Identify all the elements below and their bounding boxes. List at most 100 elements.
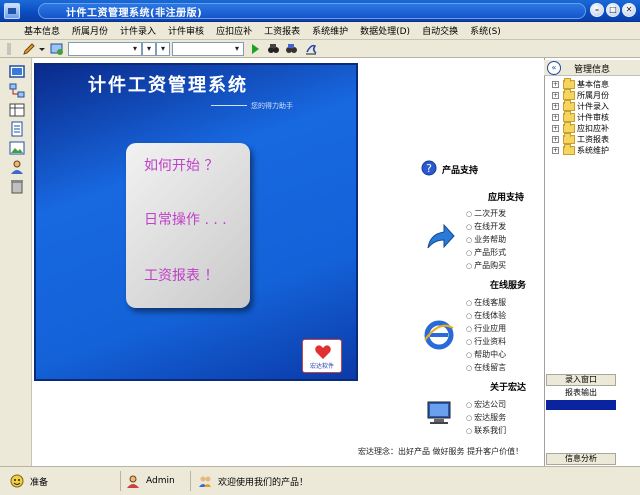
folder-icon (563, 111, 575, 122)
menu-data-processing[interactable]: 数据处理(D) (354, 24, 416, 37)
spell-icon[interactable] (304, 42, 318, 56)
collapse-icon[interactable]: « (547, 61, 561, 75)
online-cs-link[interactable]: 在线客服 (466, 297, 506, 308)
help-icon[interactable]: ? (421, 160, 437, 176)
combo-four[interactable]: ▾ (172, 42, 244, 56)
maximize-button[interactable]: □ (606, 3, 620, 17)
title-bar: 计件工资管理系统(非注册版) – □ ✕ (0, 0, 640, 22)
play-icon[interactable] (250, 42, 260, 56)
business-help-link[interactable]: 业务帮助 (466, 234, 506, 245)
status-divider (190, 471, 191, 491)
welcome-banner: 计件工资管理系统 您的得力助手 如何开始 ？ 日常操作 . . . 工资报表 ！… (34, 63, 358, 381)
table-icon[interactable] (9, 102, 25, 118)
how-to-start-link[interactable]: 如何开始 ？ (144, 155, 218, 175)
expand-icon[interactable]: + (552, 92, 559, 99)
app-support-title: 应用支持 (488, 193, 525, 203)
tree-label: 计件录入 (577, 102, 609, 111)
network-icon[interactable] (9, 83, 25, 99)
combo-three[interactable]: ▾ (156, 42, 170, 56)
brand-logo: 宏达软件 (302, 339, 342, 373)
expand-icon[interactable]: + (552, 103, 559, 110)
menu-piece-entry[interactable]: 计件录入 (114, 24, 162, 37)
expand-icon[interactable]: + (552, 147, 559, 154)
expand-icon[interactable]: + (552, 114, 559, 121)
menu-maintenance[interactable]: 系统维护 (306, 24, 354, 37)
industry-app-link[interactable]: 行业应用 (466, 323, 506, 334)
product-form-link[interactable]: 产品形式 (466, 247, 506, 258)
user-icon[interactable] (9, 159, 25, 175)
tree-item-month[interactable]: + 所属月份 (552, 89, 609, 101)
folder-icon (563, 133, 575, 144)
online-message-link[interactable]: 在线留言 (466, 362, 506, 373)
daily-operation-link[interactable]: 日常操作 . . . (144, 209, 227, 229)
slogan: 宏达理念：出好产品 做好服务 提升客户价值！ (358, 447, 524, 456)
left-toolbar (0, 58, 32, 466)
tree-item-piece-audit[interactable]: + 计件审核 (552, 111, 609, 123)
product-purchase-link[interactable]: 产品购买 (466, 260, 506, 271)
pencil-icon[interactable] (22, 42, 36, 56)
find-icon[interactable] (266, 42, 280, 56)
tree-item-deductions[interactable]: + 应扣应补 (552, 122, 609, 134)
online-dev-link[interactable]: 在线开发 (466, 221, 506, 232)
status-welcome: 欢迎使用我们的产品！ (198, 472, 308, 490)
menu-month[interactable]: 所属月份 (66, 24, 114, 37)
expand-icon[interactable]: + (552, 81, 559, 88)
menu-basic-info[interactable]: 基本信息 (18, 24, 66, 37)
close-button[interactable]: ✕ (622, 3, 636, 17)
online-trial-link[interactable]: 在线体验 (466, 310, 506, 321)
expand-icon[interactable]: + (552, 136, 559, 143)
about-title: 关于宏达 (490, 383, 527, 393)
status-ready-text: 准备 (30, 477, 49, 488)
contact-link[interactable]: 联系我们 (466, 425, 506, 436)
service-link[interactable]: 宏达服务 (466, 412, 506, 423)
expand-icon[interactable]: + (552, 125, 559, 132)
tree-label: 所属月份 (577, 91, 609, 100)
help-center-link[interactable]: 帮助中心 (466, 349, 506, 360)
menu-piece-audit[interactable]: 计件审核 (162, 24, 210, 37)
smiley-icon (10, 474, 24, 488)
industry-data-link[interactable]: 行业资料 (466, 336, 506, 347)
tree-item-salary-report[interactable]: + 工资报表 (552, 133, 609, 145)
folder-icon (563, 78, 575, 89)
document-icon[interactable] (9, 121, 25, 137)
product-support-title: 产品支持 (442, 166, 479, 176)
info-analysis-tab[interactable]: 信息分析 (546, 453, 616, 465)
menu-deductions[interactable]: 应扣应补 (210, 24, 258, 37)
status-ready: 准备 (10, 472, 48, 490)
window-icon[interactable] (50, 42, 64, 56)
combo-one[interactable]: ▾ (68, 42, 142, 56)
menu-auto-exchange[interactable]: 自动交换 (416, 24, 464, 37)
tree-item-basic-info[interactable]: + 基本信息 (552, 78, 609, 90)
monitor-icon (427, 401, 451, 424)
screen-icon[interactable] (9, 64, 25, 80)
report-output-tab[interactable]: 报表输出 (546, 387, 616, 399)
tree-label: 应扣应补 (577, 124, 609, 133)
trash-icon[interactable] (9, 178, 25, 194)
heart-icon (315, 345, 331, 359)
find-next-icon[interactable] (284, 42, 298, 56)
entry-window-tab[interactable]: 录入窗口 (546, 374, 616, 386)
company-link[interactable]: 宏达公司 (466, 399, 506, 410)
banner-subtitle: 您的得力助手 (251, 102, 293, 110)
dropdown-arrow-icon[interactable] (38, 42, 46, 56)
folder-icon (563, 144, 575, 155)
minimize-button[interactable]: – (590, 3, 604, 17)
app-icon[interactable] (4, 3, 20, 19)
secondary-dev-link[interactable]: 二次开发 (466, 208, 506, 219)
folder-icon (563, 122, 575, 133)
combo-two[interactable]: ▾ (142, 42, 156, 56)
menu-salary-report[interactable]: 工资报表 (258, 24, 306, 37)
menu-system[interactable]: 系统(S) (464, 24, 507, 37)
brand-logo-text: 宏达软件 (309, 363, 334, 370)
tree-label: 工资报表 (577, 135, 609, 144)
tree-item-piece-entry[interactable]: + 计件录入 (552, 100, 609, 112)
salary-report-link[interactable]: 工资报表 ！ (144, 265, 218, 285)
tree-item-maintenance[interactable]: + 系统维护 (552, 144, 609, 156)
folder-icon (563, 89, 575, 100)
picture-icon[interactable] (9, 140, 25, 156)
folder-icon (563, 100, 575, 111)
user-icon (127, 475, 139, 488)
arrow-icon (427, 223, 455, 249)
tree-label: 基本信息 (577, 80, 609, 89)
toolbar-grip-icon (7, 43, 11, 55)
